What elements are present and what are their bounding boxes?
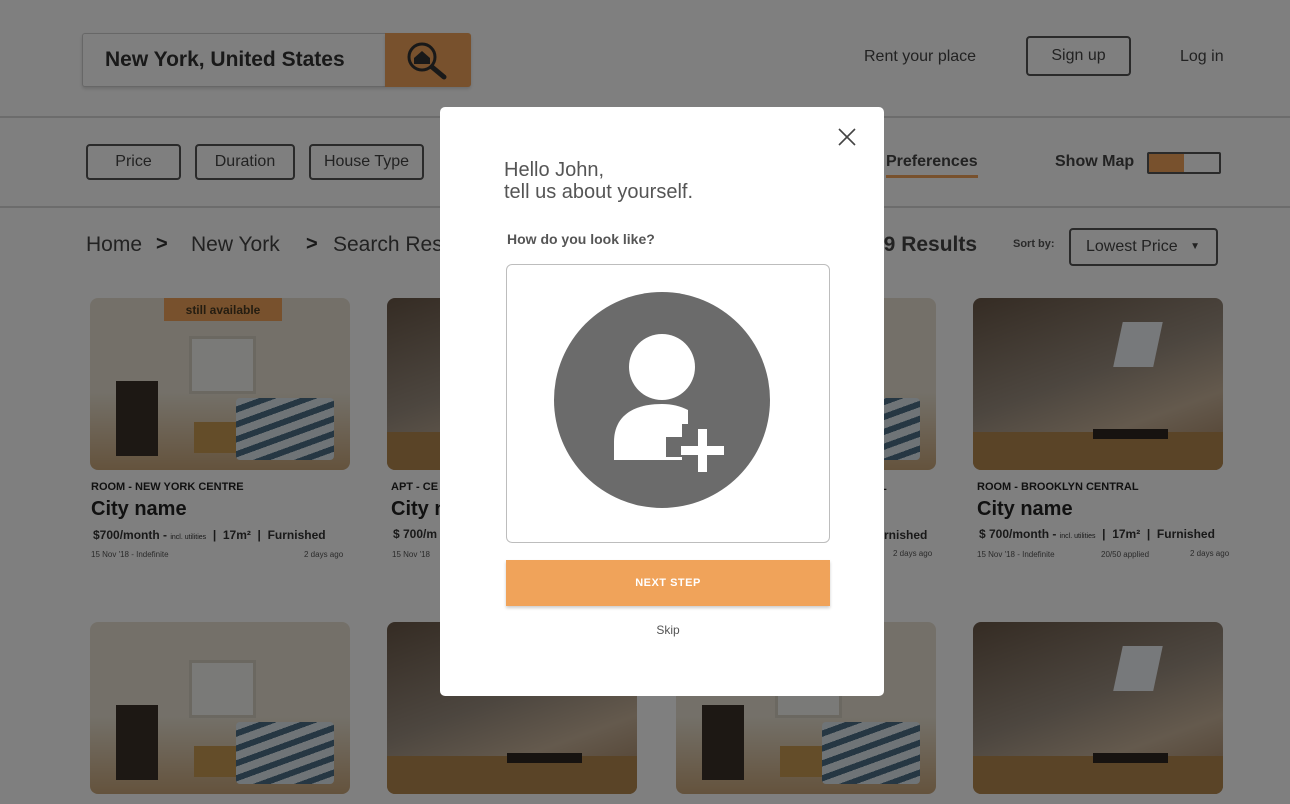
photo-question-label: How do you look like? bbox=[507, 231, 655, 247]
onboarding-modal: Hello John, tell us about yourself. How … bbox=[440, 107, 884, 696]
next-step-button[interactable]: NEXT STEP bbox=[506, 560, 830, 606]
avatar-placeholder[interactable] bbox=[554, 292, 770, 508]
close-icon[interactable] bbox=[835, 125, 859, 149]
avatar-upload-area[interactable] bbox=[506, 264, 830, 543]
modal-title-line1: Hello John, bbox=[504, 159, 605, 181]
skip-link[interactable]: Skip bbox=[440, 623, 896, 637]
modal-title-line2: tell us about yourself. bbox=[504, 181, 693, 203]
modal-title: Hello John, tell us about yourself. bbox=[504, 159, 693, 203]
add-user-icon bbox=[614, 334, 724, 472]
